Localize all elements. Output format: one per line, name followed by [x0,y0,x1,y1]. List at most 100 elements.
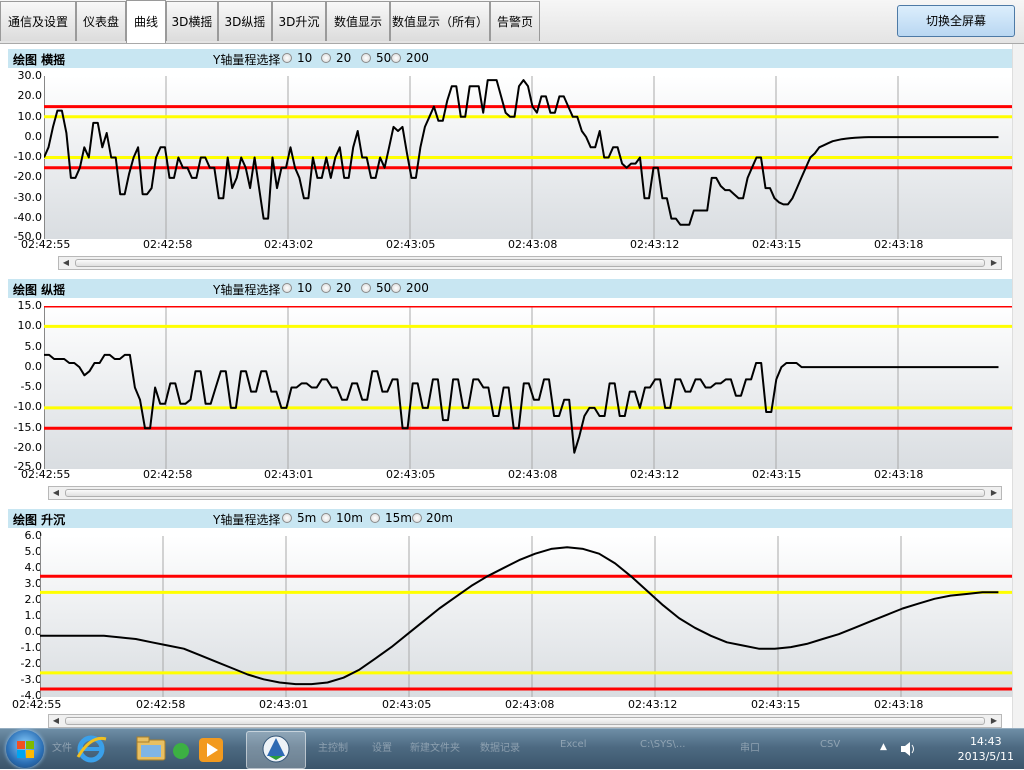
x-tick-label: 02:43:15 [752,468,802,481]
range-radio-label: 10 [297,51,313,65]
x-tick-label: 02:43:18 [874,468,924,481]
scroll-left-arrow-icon[interactable]: ◀ [49,715,63,727]
tab-3d-heave[interactable]: 3D升沉 [272,1,326,41]
y-tick-label: -5.0 [20,380,42,393]
taskbar-ghost-label: 数据记录 [480,743,520,754]
scroll-left-arrow-icon[interactable]: ◀ [59,257,73,269]
x-tick-label: 02:42:58 [143,468,193,481]
scroll-thumb[interactable] [65,489,985,497]
range-radio-200[interactable] [391,283,401,293]
range-radio-10m[interactable] [321,513,331,523]
x-tick-label: 02:43:08 [508,468,558,481]
y-tick-label: -30.0 [13,191,42,204]
range-radio-10[interactable] [282,283,292,293]
range-radio-20[interactable] [321,283,331,293]
y-range-label: Y轴量程选择 [213,53,281,67]
scroll-thumb[interactable] [65,717,985,725]
horizontal-scrollbar[interactable]: ◀ ▶ [48,714,1002,728]
y-tick-label: 10.0 [17,110,43,123]
y-tick-label: -20.0 [13,170,42,183]
tab-alarm[interactable]: 告警页 [490,1,540,41]
media-center-icon[interactable] [170,731,192,767]
horizontal-scrollbar[interactable]: ◀ ▶ [48,486,1002,500]
range-radio-label: 200 [406,51,429,65]
taskbar-ghost-label: 主控制 [318,743,348,754]
y-tick-label: -40.0 [13,211,42,224]
roll-plot-area [44,76,1018,239]
x-tick-label: 02:43:15 [752,238,802,251]
x-tick-label: 02:43:05 [386,238,436,251]
horizontal-scrollbar[interactable]: ◀ ▶ [58,256,1002,270]
y-tick-label: 20.0 [17,89,43,102]
tab-dashboard[interactable]: 仪表盘 [76,1,126,41]
y-tick-label: 1.0 [24,609,43,622]
scroll-right-arrow-icon[interactable]: ▶ [987,487,1001,499]
range-radio-15m[interactable] [370,513,380,523]
y-tick-label: -3.0 [20,673,42,686]
tab-numeric[interactable]: 数值显示 [326,1,390,41]
range-radio-20[interactable] [321,53,331,63]
start-button-icon[interactable] [6,730,44,768]
taskbar-ghost-label: 串口 [740,743,760,754]
taskbar-ghost-label: CSV [820,739,841,750]
x-tick-label: 02:43:01 [264,468,314,481]
panel-title-bar: 绘图 纵摇 Y轴量程选择 10 20 50 200 [8,279,1018,298]
range-radio-label: 50 [376,281,392,295]
volume-icon[interactable] [898,739,918,759]
tab-3d-roll[interactable]: 3D横摇 [166,1,218,41]
tab-comm-settings[interactable]: 通信及设置 [0,1,76,41]
range-radio-label: 20m [426,511,453,525]
scroll-thumb[interactable] [75,259,985,267]
windows-logo-yellow [26,750,34,758]
file-explorer-icon[interactable] [134,731,168,767]
range-radio-5m[interactable] [282,513,292,523]
x-tick-label: 02:43:05 [386,468,436,481]
x-tick-label: 02:42:55 [12,698,62,711]
x-tick-label: 02:42:55 [21,468,71,481]
heave-plot-area [40,536,1018,697]
range-radio-50[interactable] [361,53,371,63]
panel-title-bar: 绘图 升沉 Y轴量程选择 5m 10m 15m 20m [8,509,1018,528]
x-tick-label: 02:42:55 [21,238,71,251]
range-radio-label: 200 [406,281,429,295]
range-radio-50[interactable] [361,283,371,293]
app-window: 通信及设置 仪表盘 曲线 3D横摇 3D纵摇 3D升沉 数值显示 数值显示（所有… [0,0,1024,728]
y-tick-label: 0.0 [24,625,43,638]
y-range-label: Y轴量程选择 [213,283,281,297]
range-radio-200[interactable] [391,53,401,63]
system-clock[interactable]: 14:43 2013/5/11 [958,734,1014,764]
taskbar-ghost-label: 设置 [372,743,392,754]
y-tick-label: 4.0 [24,561,43,574]
range-radio-label: 10m [336,511,363,525]
range-radio-label: 50 [376,51,392,65]
tab-3d-pitch[interactable]: 3D纵摇 [218,1,272,41]
x-tick-label: 02:43:08 [508,238,558,251]
show-hidden-icons-icon[interactable]: ▲ [880,742,887,752]
media-player-icon[interactable] [196,731,226,767]
scroll-left-arrow-icon[interactable]: ◀ [49,487,63,499]
tab-numeric-all[interactable]: 数值显示（所有） [390,1,490,41]
running-app-button[interactable] [246,731,306,769]
y-tick-label: -20.0 [13,441,42,454]
scroll-right-arrow-icon[interactable]: ▶ [987,715,1001,727]
y-tick-label: 3.0 [24,577,43,590]
tab-curves[interactable]: 曲线 [126,0,166,43]
range-radio-label: 5m [297,511,317,525]
internet-explorer-icon[interactable] [74,731,108,767]
x-tick-label: 02:43:08 [505,698,555,711]
taskbar-ghost-label: 新建文件夹 [410,743,460,754]
x-tick-label: 02:42:58 [136,698,186,711]
panel-title: 绘图 横摇 [13,53,66,67]
roll-chart-panel: 绘图 横摇 Y轴量程选择 10 20 50 200 30.0 20.0 10.0… [8,49,1020,275]
range-radio-10[interactable] [282,53,292,63]
x-tick-label: 02:43:12 [630,238,680,251]
windows-logo-green [26,741,34,749]
vertical-scrollbar[interactable] [1012,44,1024,728]
range-radio-label: 10 [297,281,313,295]
range-radio-20m[interactable] [412,513,422,523]
y-tick-label: 30.0 [17,69,43,82]
scroll-right-arrow-icon[interactable]: ▶ [987,257,1001,269]
clock-time: 14:43 [969,735,1002,748]
y-range-label: Y轴量程选择 [213,513,281,527]
toggle-fullscreen-button[interactable]: 切换全屏幕 [897,5,1015,37]
